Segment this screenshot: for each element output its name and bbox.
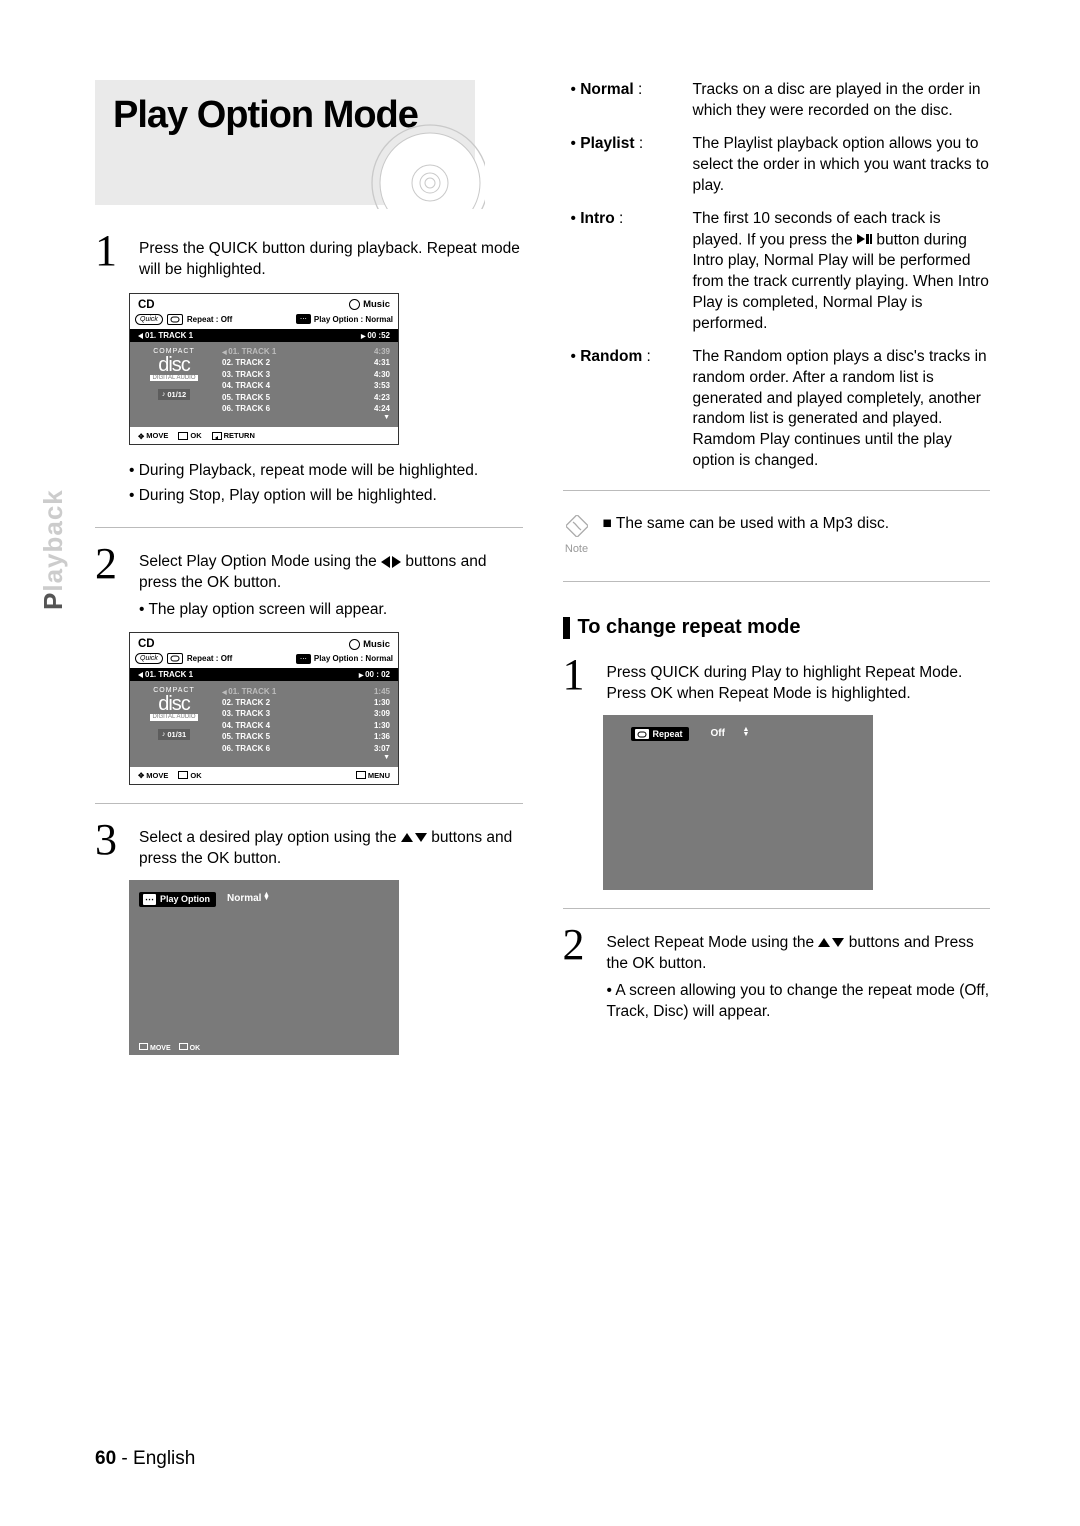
step-number: 1: [563, 653, 599, 697]
step-text: Select a desired play option using the b…: [139, 822, 523, 870]
osd-screenshot-2: CD Music Quick Repeat : Off ⋯ Play Optio…: [129, 632, 399, 784]
down-arrow-icon: [832, 938, 844, 947]
note-icon: [566, 515, 588, 537]
repeat-popup: Repeat Off: [603, 715, 873, 890]
popup-value: Normal: [227, 893, 261, 904]
step-number: 2: [95, 542, 131, 586]
step-text: Select Repeat Mode using the buttons and…: [607, 927, 991, 1023]
track-counter: 01/31: [158, 729, 190, 740]
divider: [563, 490, 991, 491]
def-normal: Normal : Tracks on a disc are played in …: [563, 80, 991, 122]
step-text: Select Play Option Mode using the button…: [139, 546, 523, 621]
disc-icon: [355, 113, 485, 223]
quick-badge: Quick: [135, 314, 163, 325]
step-text: Press QUICK during Play to highlight Rep…: [607, 657, 991, 705]
subheading: To change repeat mode: [563, 616, 991, 639]
osd-music-label: Music: [349, 639, 390, 650]
foot-menu: MENU: [356, 771, 390, 780]
elapsed-time: 00 :52: [361, 331, 390, 340]
repeat-step-2: 2 Select Repeat Mode using the buttons a…: [563, 927, 991, 1023]
divider: [95, 803, 523, 804]
compact-disc-logo: COMPACT disc DIGITAL AUDIO: [136, 687, 212, 720]
play-option-chip: ⋯: [296, 654, 311, 664]
foot-return: RETURN: [212, 431, 255, 440]
updown-icon: [743, 728, 750, 738]
step-number: 3: [95, 818, 131, 862]
divider: [563, 581, 991, 582]
up-arrow-icon: [401, 833, 413, 842]
note: Note The same can be used with a Mp3 dis…: [563, 515, 991, 555]
play-option-label: Play Option : Normal: [314, 315, 393, 324]
step-number: 2: [563, 923, 599, 967]
scroll-down-icon: [222, 414, 390, 421]
foot-ok: OK: [178, 431, 201, 440]
now-playing: 01. TRACK 1: [138, 331, 193, 340]
step-text: Press the QUICK button during playback. …: [139, 233, 523, 281]
popup-foot-move: MOVE: [139, 1043, 171, 1052]
def-intro: Intro : The first 10 seconds of each tra…: [563, 209, 991, 335]
play-option-popup: ⋯ Play Option Normal MOVE OK: [129, 880, 399, 1055]
repeat-label: Repeat : Off: [187, 654, 232, 663]
osd-cd-label: CD: [138, 638, 155, 650]
repeat-label: Repeat : Off: [187, 315, 232, 324]
osd-cd-label: CD: [138, 299, 155, 311]
popup-label: Repeat: [653, 729, 683, 739]
compact-disc-logo: COMPACT disc DIGITAL AUDIO: [136, 348, 212, 381]
step-number: 1: [95, 229, 131, 273]
popup-value: Off: [711, 728, 725, 739]
foot-move: ✥MOVE: [138, 771, 168, 780]
divider: [95, 527, 523, 528]
note-text: The same can be used with a Mp3 disc.: [603, 515, 890, 533]
updown-icon: [263, 893, 270, 903]
def-random: Random : The Random option plays a disc'…: [563, 347, 991, 473]
track-counter: 01/12: [158, 389, 190, 400]
scroll-down-icon: [222, 754, 390, 761]
def-playlist: Playlist : The Playlist playback option …: [563, 134, 991, 197]
step-1: 1 Press the QUICK button during playback…: [95, 233, 523, 281]
track-list: 01. TRACK 11:45 02. TRACK 21:30 03. TRAC…: [216, 681, 398, 766]
loop-icon: [635, 729, 649, 739]
repeat-step-1: 1 Press QUICK during Play to highlight R…: [563, 657, 991, 705]
section-tab: Playback: [38, 489, 69, 610]
osd-screenshot-1: CD Music Quick Repeat : Off ⋯ Play Optio…: [129, 293, 399, 445]
page-footer: 60 - English: [95, 1448, 195, 1470]
play-pause-icon: [857, 230, 872, 251]
play-option-label: Play Option : Normal: [314, 654, 393, 663]
track-list: 01. TRACK 14:39 02. TRACK 24:31 03. TRAC…: [216, 342, 398, 427]
step-3: 3 Select a desired play option using the…: [95, 822, 523, 870]
popup-label: Play Option: [160, 894, 210, 904]
popup-foot-ok: OK: [179, 1043, 201, 1052]
quick-badge: Quick: [135, 653, 163, 664]
option-definitions: Normal : Tracks on a disc are played in …: [563, 80, 991, 472]
up-arrow-icon: [818, 938, 830, 947]
title-banner: Play Option Mode: [95, 80, 475, 205]
divider: [563, 908, 991, 909]
right-arrow-icon: [392, 556, 401, 568]
play-option-chip: ⋯: [296, 314, 311, 324]
loop-icon: [167, 653, 183, 664]
foot-move: ✥MOVE: [138, 431, 168, 440]
foot-ok: OK: [178, 771, 201, 780]
left-arrow-icon: [381, 556, 390, 568]
step-2: 2 Select Play Option Mode using the butt…: [95, 546, 523, 621]
now-playing: 01. TRACK 1: [138, 670, 193, 679]
step1-notes: During Playback, repeat mode will be hig…: [129, 459, 523, 509]
elapsed-time: 00 : 02: [359, 670, 390, 679]
loop-icon: [167, 314, 183, 325]
osd-music-label: Music: [349, 299, 390, 310]
popup-chip-icon: ⋯: [143, 894, 156, 905]
down-arrow-icon: [415, 833, 427, 842]
